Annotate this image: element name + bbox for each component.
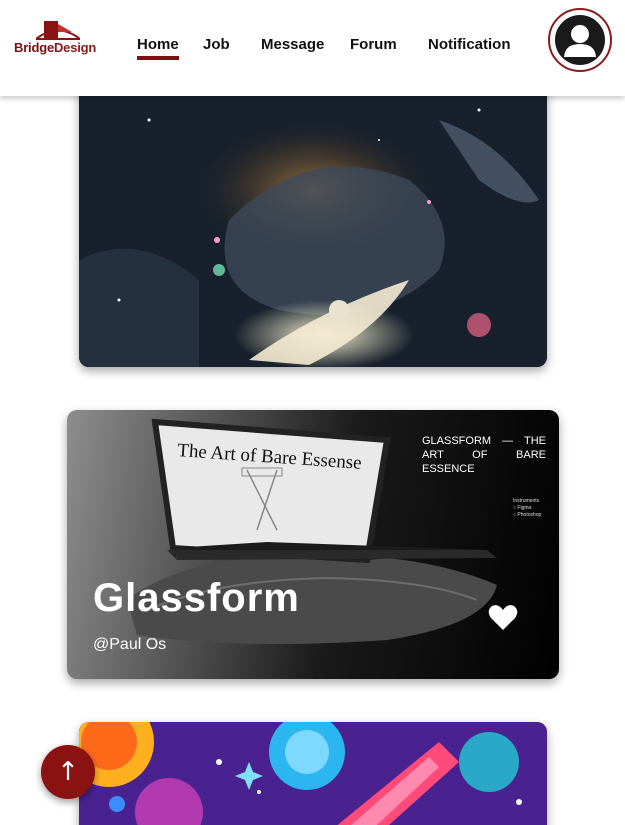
card-title: Glassform <box>93 576 300 620</box>
bridge-logo-icon <box>36 21 80 40</box>
nav-item-forum[interactable]: Forum <box>350 36 397 53</box>
scroll-to-top-button[interactable]: ↑ <box>41 745 95 799</box>
user-icon <box>555 15 605 65</box>
instrument-item: ○ Photoshop <box>513 512 542 518</box>
brand-name: BridgeDesign <box>14 40 97 55</box>
page: The Art of Bare Essense GLASSFORM — THE … <box>0 0 625 825</box>
instrument-item: ○ Figma <box>513 505 532 511</box>
colorful-space-illustration <box>79 722 547 825</box>
nav-item-job[interactable]: Job <box>203 36 230 53</box>
nav-item-message[interactable]: Message <box>261 36 324 53</box>
heart-icon[interactable] <box>488 604 518 632</box>
nav-item-notification[interactable]: Notification <box>428 36 511 53</box>
feed-card-glassform[interactable]: The Art of Bare Essense GLASSFORM — THE … <box>67 410 559 679</box>
instruments-list: Instruments ○ Figma ○ Photoshop <box>513 498 541 519</box>
feed-card-3[interactable] <box>79 722 547 825</box>
nav-item-home[interactable]: Home <box>137 36 179 60</box>
arrow-up-icon: ↑ <box>57 757 79 787</box>
instruments-label: Instruments <box>513 498 540 504</box>
user-avatar[interactable] <box>548 8 612 72</box>
card-author[interactable]: @Paul Os <box>93 636 166 654</box>
top-navbar: BridgeDesign Home Job Message Forum Noti… <box>0 0 625 96</box>
feed-card-1[interactable] <box>79 80 547 367</box>
project-heading: GLASSFORM — THE ART OF BARE ESSENCE <box>422 435 546 475</box>
night-sky-whale-illustration <box>79 80 547 367</box>
brand-logo[interactable]: BridgeDesign <box>14 18 104 60</box>
